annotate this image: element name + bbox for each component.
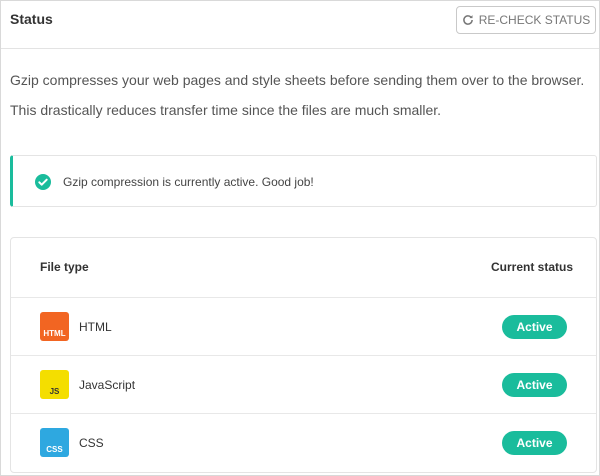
recheck-status-button[interactable]: RE-CHECK STATUS	[456, 6, 596, 34]
description-line-2: This drastically reduces transfer time s…	[10, 102, 442, 118]
css-file-icon: CSS	[40, 428, 69, 457]
file-type-table: File type Current status HTML HTML Activ…	[10, 237, 597, 473]
panel-header: Status RE-CHECK STATUS	[1, 1, 599, 49]
table-row-css: CSS CSS Active	[11, 413, 596, 471]
html-file-icon: HTML	[40, 312, 69, 341]
file-type-name: CSS	[79, 436, 104, 450]
gzip-active-notice: Gzip compression is currently active. Go…	[10, 155, 597, 207]
panel-title: Status	[10, 11, 53, 27]
table-row-javascript: JS JavaScript Active	[11, 355, 596, 413]
recheck-status-label: RE-CHECK STATUS	[478, 13, 591, 27]
file-type-header: File type	[40, 260, 89, 274]
check-circle-icon	[35, 174, 51, 190]
refresh-icon	[462, 15, 473, 25]
status-badge: Active	[502, 373, 567, 397]
notice-text: Gzip compression is currently active. Go…	[63, 175, 314, 189]
file-type-name: HTML	[79, 320, 112, 334]
javascript-file-icon: JS	[40, 370, 69, 399]
file-type-name: JavaScript	[79, 378, 136, 392]
gzip-status-panel: Status RE-CHECK STATUS Gzip compresses y…	[0, 0, 600, 476]
status-badge: Active	[502, 431, 567, 455]
current-status-header: Current status	[491, 260, 574, 274]
table-row-html: HTML HTML Active	[11, 297, 596, 355]
status-badge: Active	[502, 315, 567, 339]
description-line-1: Gzip compresses your web pages and style…	[10, 72, 585, 88]
